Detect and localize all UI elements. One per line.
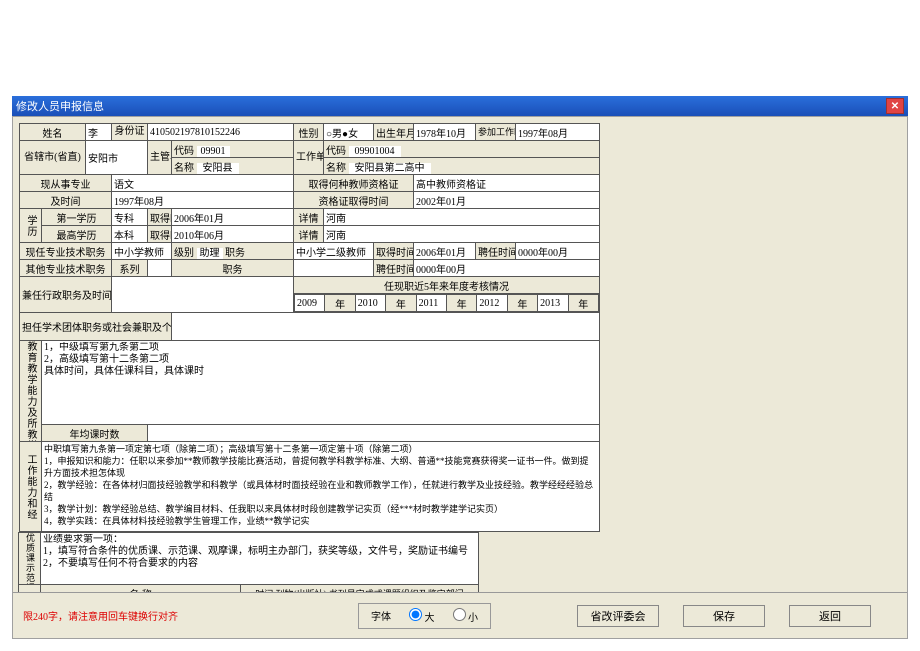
org-code[interactable]: 09901 xyxy=(197,146,230,157)
cert-input[interactable] xyxy=(416,176,597,191)
fdetail-label: 详情 xyxy=(294,209,324,226)
font-small-radio[interactable]: 小 xyxy=(453,608,479,624)
hdetail-label: 详情 xyxy=(294,226,324,243)
majortime-label: 及时间 xyxy=(20,192,112,209)
social-input[interactable] xyxy=(174,319,597,334)
name-label: 姓名 xyxy=(20,124,86,141)
level-input[interactable]: 助理 xyxy=(197,248,223,259)
certtime-label: 资格证取得时间 xyxy=(294,192,414,209)
unit-label: 工作单位 xyxy=(294,141,324,175)
fdetail-input[interactable] xyxy=(326,210,597,225)
edu-side-label: 学历 xyxy=(20,209,42,243)
id-input[interactable] xyxy=(150,125,291,140)
firstedu-label: 第一学历 xyxy=(42,209,112,226)
workstart-input[interactable] xyxy=(518,125,597,140)
id-label: 身份证 xyxy=(112,124,148,141)
avghours-input[interactable] xyxy=(150,426,597,441)
assess-y5[interactable] xyxy=(540,296,565,311)
post-input[interactable] xyxy=(296,244,371,259)
currmajor-label: 现从事专业 xyxy=(20,175,112,192)
majortime-input[interactable] xyxy=(114,193,291,208)
excellent-label: 优质课示范课观摩课专题讲座情况 xyxy=(19,533,41,585)
hdetail-input[interactable] xyxy=(326,227,597,242)
teach-side-label: 教育教学能力及所教学科 xyxy=(20,341,42,442)
currmajor-input[interactable] xyxy=(114,176,291,191)
assess-row: 年 年 年 年 年 xyxy=(294,294,600,313)
currjob-series[interactable] xyxy=(114,244,169,259)
assess-label: 任现职近5年来年度考核情况 xyxy=(294,277,600,294)
hiretime-input[interactable] xyxy=(518,244,597,259)
save-button[interactable]: 保存 xyxy=(683,605,765,627)
org-name[interactable]: 安阳县 xyxy=(197,163,239,174)
city-label: 省辖市(省直) xyxy=(20,141,86,175)
teach-textarea[interactable] xyxy=(44,342,597,420)
firstedu-input[interactable] xyxy=(114,210,145,225)
paper-head1: 名 称 xyxy=(41,585,241,593)
org-label: 主管单位 xyxy=(148,141,172,175)
otherjob-series[interactable] xyxy=(150,261,169,276)
birth-label: 出生年月 xyxy=(374,124,414,141)
unit-name-row: 名称 安阳县第二高中 xyxy=(324,158,600,175)
paper-side-label: 论文论著、教科研情况 xyxy=(19,585,41,593)
paper-head2: 时间,刊物(出版社),书刊号完成或课题组织及鉴定部门 xyxy=(241,585,479,593)
ftime-input[interactable] xyxy=(174,210,291,225)
right-panel: 优质课示范课观摩课专题讲座情况 论文论著、教科研情况 名 称 时间,刊物(出版社… xyxy=(18,532,479,592)
hiretime-label: 聘任时间 xyxy=(476,243,516,260)
assess-y4[interactable] xyxy=(479,296,504,311)
otherjob-post[interactable] xyxy=(296,261,371,276)
ability-textarea[interactable] xyxy=(44,443,597,527)
committee-button[interactable]: 省改评委会 xyxy=(577,605,659,627)
highedu-input[interactable] xyxy=(114,227,145,242)
window-titlebar: 修改人员申报信息 ✕ xyxy=(12,96,908,116)
avghours-label: 年均课时数 xyxy=(42,425,148,442)
unit-code[interactable]: 09901004 xyxy=(349,146,401,157)
admin-label: 兼任行政职务及时间 xyxy=(20,277,112,313)
window-title: 修改人员申报信息 xyxy=(16,98,104,114)
back-button[interactable]: 返回 xyxy=(789,605,871,627)
unit-code-row: 代码 09901004 xyxy=(324,141,600,158)
warning-text: 限240字，请注意用回车键换行对齐 xyxy=(23,608,178,623)
ftime-label: 取得时间 xyxy=(148,209,172,226)
certtime-input[interactable] xyxy=(416,193,597,208)
currjob-label: 现任专业技术职务 xyxy=(20,243,112,260)
gettime-input[interactable] xyxy=(416,244,473,259)
font-big-radio[interactable]: 大 xyxy=(409,608,435,624)
bottom-bar: 限240字，请注意用回车键换行对齐 字体 大 小 省改评委会 保存 返回 xyxy=(13,592,907,638)
otherjob-label: 其他专业技术职务 xyxy=(20,260,112,277)
code-label: 代码 09901 xyxy=(172,141,294,158)
ability-side-label: 工作能力和经 xyxy=(20,442,42,532)
name-input[interactable] xyxy=(88,125,109,140)
workstart-label: 参加工作时间 xyxy=(476,124,516,141)
social-label: 担任学术团体职务或社会兼职及个人联系方式 xyxy=(20,313,172,341)
htime-input[interactable] xyxy=(174,227,291,242)
other-hiretime-label: 聘任时间 xyxy=(374,260,414,277)
close-icon[interactable]: ✕ xyxy=(886,98,904,114)
admin-input[interactable] xyxy=(114,287,291,302)
excellent-textarea[interactable] xyxy=(43,534,476,580)
htime-label: 取得时间 xyxy=(148,226,172,243)
cert-label: 取得何种教师资格证 xyxy=(294,175,414,192)
left-panel: 姓名 身份证 性别 ○男●女 出生年月 参加工作时间 省辖市(省直) 主管单位 … xyxy=(19,123,600,532)
assess-y1[interactable] xyxy=(297,296,322,311)
org-name-row: 名称 安阳县 xyxy=(172,158,294,175)
sex-male-radio[interactable]: ○男 xyxy=(326,129,342,140)
font-group: 字体 大 小 xyxy=(358,603,491,629)
assess-y2[interactable] xyxy=(358,296,383,311)
city-input[interactable] xyxy=(88,150,145,165)
assess-y3[interactable] xyxy=(419,296,444,311)
unit-name[interactable]: 安阳县第二高中 xyxy=(349,163,431,174)
gettime-label: 取得时间 xyxy=(374,243,414,260)
series-label: 系列 xyxy=(112,260,148,277)
other-hiretime[interactable] xyxy=(416,261,597,276)
highedu-label: 最高学历 xyxy=(42,226,112,243)
sex-female-radio[interactable]: ●女 xyxy=(342,129,358,140)
sex-label: 性别 xyxy=(294,124,324,141)
birth-input[interactable] xyxy=(416,125,473,140)
